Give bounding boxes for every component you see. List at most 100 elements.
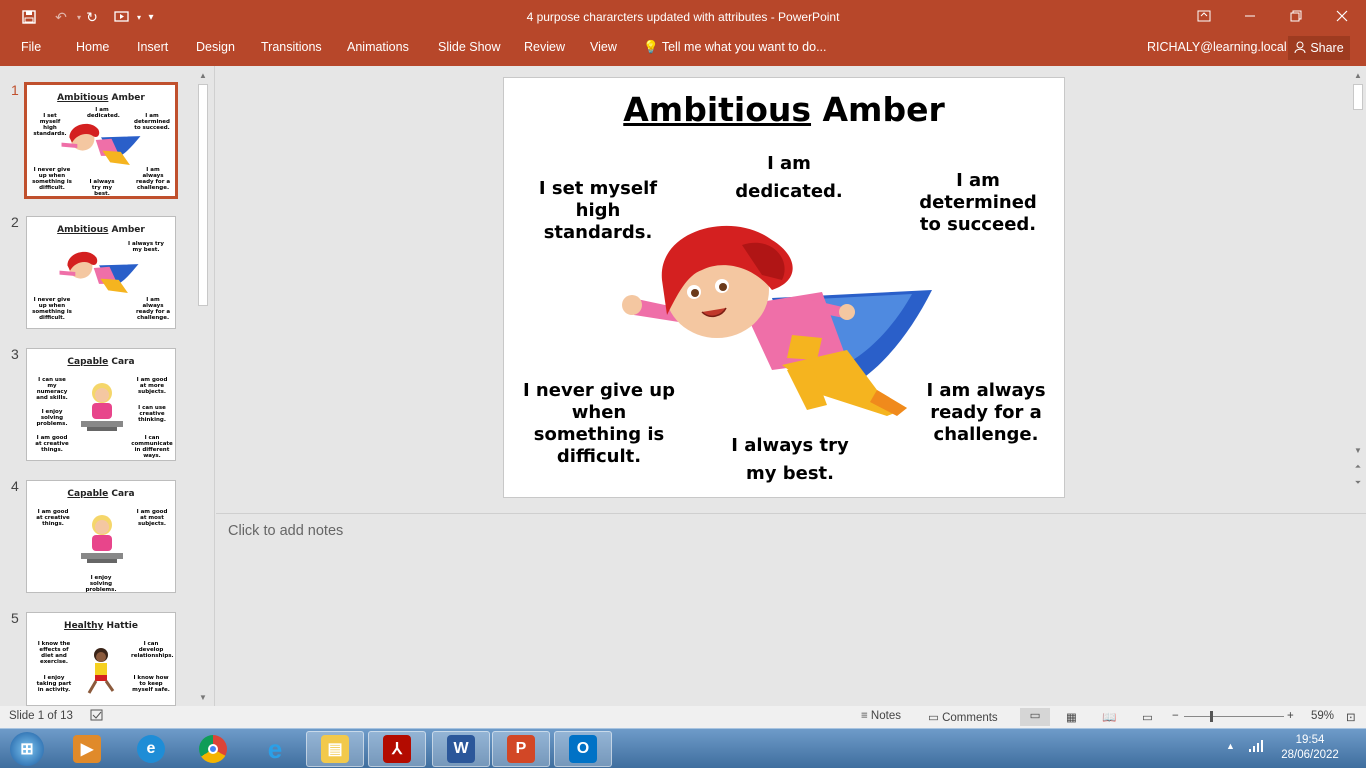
next-slide-icon[interactable]: ⏷	[1351, 476, 1365, 490]
slide-number: 4	[11, 478, 19, 494]
slide-thumbnail-3[interactable]: Capable Cara I can use my numeracy and s…	[26, 348, 176, 461]
thumb-text: I can communicate in different ways.	[131, 435, 173, 459]
slide-thumbnail-2[interactable]: Ambitious Amber I always try my best. I …	[26, 216, 176, 329]
notes-button[interactable]: ≡ Notes	[861, 710, 901, 722]
taskbar-file-explorer[interactable]: ▤	[306, 731, 364, 767]
slide-title[interactable]: Ambitious Amber	[504, 90, 1064, 129]
tab-design[interactable]: Design	[194, 40, 237, 54]
taskbar-outlook[interactable]: O	[554, 731, 612, 767]
thumb-text: I never give up when something is diffic…	[32, 167, 72, 191]
tab-slide-show[interactable]: Slide Show	[436, 40, 503, 54]
thumbnail-scrollbar[interactable]: ▲ ▼	[196, 68, 210, 704]
thumb-text: I am dedicated.	[87, 107, 120, 119]
tab-transitions[interactable]: Transitions	[259, 40, 324, 54]
fit-slide-icon[interactable]: ⊡	[1346, 710, 1356, 724]
zoom-out-icon[interactable]: −	[1172, 710, 1179, 722]
previous-slide-icon[interactable]: ⏶	[1351, 460, 1365, 474]
comments-label: Comments	[942, 712, 998, 724]
statement-dedicated[interactable]: I am dedicated.	[732, 150, 846, 206]
taskbar-media-player[interactable]: ▶	[58, 731, 116, 767]
zoom-slider-track[interactable]	[1184, 716, 1284, 717]
slide-number: 2	[11, 214, 19, 230]
notes-pane[interactable]: Click to add notes	[216, 513, 1366, 706]
thumb-text: I enjoy taking part in activity.	[36, 675, 72, 693]
zoom-slider-thumb[interactable]	[1210, 711, 1213, 722]
statement-ready-challenge[interactable]: I am always ready for a challenge.	[920, 380, 1052, 446]
runner-thumbnail	[87, 648, 115, 694]
spell-check-icon[interactable]	[90, 709, 104, 725]
taskbar-acrobat[interactable]: ⅄	[368, 731, 426, 767]
scrollbar-thumb[interactable]	[1353, 84, 1363, 110]
normal-view-icon[interactable]: ▭	[1020, 708, 1050, 726]
tab-animations[interactable]: Animations	[345, 40, 411, 54]
ribbon-tabs: File Home Insert Design Transitions Anim…	[0, 34, 1366, 66]
thumb-text: I am good at creative things.	[35, 435, 69, 453]
tell-me-search[interactable]: 💡 Tell me what you want to do...	[643, 40, 827, 55]
thumb-text: I can use creative thinking.	[138, 405, 166, 423]
taskbar-word[interactable]: W	[432, 731, 490, 767]
slide-number: 5	[11, 610, 19, 626]
superhero-girl-image[interactable]	[622, 220, 934, 416]
windows-taskbar: ⊞ ▶ e e ▤ ⅄ W P O ▲ 19:54 28/06/2022	[0, 728, 1366, 768]
slide-thumbnail-pane: 1 Ambitious Amber I set myself high stan…	[0, 66, 215, 706]
minimize-icon[interactable]	[1227, 0, 1273, 32]
taskbar-powerpoint[interactable]: P	[492, 731, 550, 767]
tab-insert[interactable]: Insert	[135, 40, 170, 54]
notes-label: Notes	[870, 710, 901, 722]
start-button[interactable]: ⊞	[0, 731, 54, 767]
tab-review[interactable]: Review	[522, 40, 567, 54]
restore-icon[interactable]	[1273, 0, 1319, 32]
zoom-in-icon[interactable]: +	[1287, 710, 1294, 722]
slide-sorter-icon[interactable]: ▦	[1066, 710, 1077, 724]
reading-view-icon[interactable]: 📖	[1102, 710, 1116, 724]
scroll-down-icon[interactable]: ▼	[1351, 443, 1365, 457]
slide-show-icon[interactable]: ▭	[1142, 710, 1153, 724]
person-icon	[1294, 41, 1306, 56]
slide-thumbnail-1[interactable]: Ambitious Amber I set myself high standa…	[24, 82, 178, 199]
network-icon[interactable]	[1248, 739, 1264, 756]
status-bar: Slide 1 of 13 ≡ Notes ▭ Comments ▭ ▦ 📖 ▭…	[0, 706, 1366, 728]
tab-home[interactable]: Home	[74, 40, 111, 54]
statement-try-best[interactable]: I always try my best.	[726, 432, 854, 488]
thumb-title: Ambitious Amber	[57, 93, 145, 103]
user-account[interactable]: RICHALY@learning.local	[1147, 40, 1287, 54]
taskbar-edge[interactable]: e	[122, 731, 180, 767]
scroll-down-icon[interactable]: ▼	[196, 690, 210, 704]
thumb-text: I know how to keep myself safe.	[132, 675, 170, 693]
taskbar-chrome[interactable]	[184, 731, 242, 767]
ribbon-display-options-icon[interactable]	[1181, 0, 1227, 32]
outlook-icon: O	[569, 735, 597, 763]
girl-thumbnail	[81, 383, 123, 431]
zoom-level[interactable]: 59%	[1311, 710, 1334, 722]
comments-button[interactable]: ▭ Comments	[928, 710, 998, 724]
slide-thumbnail-5[interactable]: Healthy Hattie I know the effects of die…	[26, 612, 176, 706]
slide-scrollbar[interactable]: ▲ ▼ ⏶ ⏷	[1350, 66, 1366, 511]
slide-number: 1	[11, 82, 19, 98]
girl-thumbnail	[81, 515, 123, 563]
thumb-title: Capable Cara	[67, 489, 135, 499]
thumb-text: I can use my numeracy and skills.	[36, 377, 68, 401]
thumb-text: I am good at more subjects.	[136, 377, 168, 395]
tab-view[interactable]: View	[588, 40, 619, 54]
show-hidden-icons-icon[interactable]: ▲	[1226, 741, 1235, 751]
system-clock[interactable]: 19:54 28/06/2022	[1280, 733, 1340, 763]
thumb-text: I am good at most subjects.	[136, 509, 168, 527]
slide-canvas[interactable]: Ambitious Amber I set myself high standa…	[503, 77, 1065, 498]
notes-placeholder[interactable]: Click to add notes	[228, 523, 343, 539]
taskbar-internet-explorer[interactable]: e	[246, 731, 304, 767]
slide-counter: Slide 1 of 13	[9, 710, 73, 722]
thumb-text: I am always ready for a challenge.	[135, 167, 171, 191]
slide-thumbnail-4[interactable]: Capable Cara I am good at creative thing…	[26, 480, 176, 593]
share-button[interactable]: Share	[1288, 36, 1350, 60]
thumb-text: I enjoy solving problems.	[85, 575, 117, 593]
tab-file[interactable]: File	[19, 40, 43, 54]
title-bar: ↶ ▾ ↻ ▾ ▾ 4 purpose chararcters updated …	[0, 0, 1366, 34]
scroll-up-icon[interactable]: ▲	[196, 68, 210, 82]
edge-icon: e	[137, 735, 165, 763]
media-player-icon: ▶	[73, 735, 101, 763]
scrollbar-thumb[interactable]	[198, 84, 208, 306]
scroll-up-icon[interactable]: ▲	[1351, 68, 1365, 82]
thumb-text: I am good at creative things.	[36, 509, 70, 527]
tell-me-text: Tell me what you want to do...	[661, 40, 827, 54]
close-icon[interactable]	[1319, 0, 1365, 32]
